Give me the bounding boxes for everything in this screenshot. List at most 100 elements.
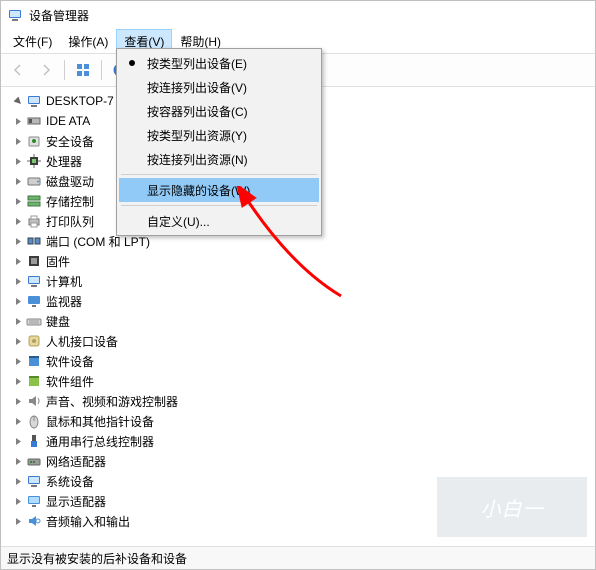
audioio-icon <box>26 513 42 529</box>
expand-icon[interactable] <box>11 354 25 368</box>
menu-item[interactable]: 按连接列出设备(V) <box>119 75 319 99</box>
expand-icon[interactable] <box>11 174 25 188</box>
forward-button[interactable] <box>33 57 59 83</box>
hid-icon <box>26 333 42 349</box>
tree-item-label: 键盘 <box>46 313 70 330</box>
cpu-icon <box>26 153 42 169</box>
menu-file[interactable]: 文件(F) <box>5 29 60 53</box>
tree-item-label: 网络适配器 <box>46 453 106 470</box>
menu-item-label: 按连接列出资源(N) <box>147 151 248 168</box>
ide-icon <box>26 113 42 129</box>
expand-icon[interactable] <box>11 254 25 268</box>
expand-icon[interactable] <box>11 434 25 448</box>
tree-item-label: 鼠标和其他指针设备 <box>46 413 154 430</box>
menu-item-label: 按连接列出设备(V) <box>147 79 247 96</box>
storage-icon <box>26 193 42 209</box>
usb-icon <box>26 433 42 449</box>
tree-item-label: 计算机 <box>46 273 82 290</box>
device-manager-window: 设备管理器 文件(F) 操作(A) 查看(V) 帮助(H) ? DESKTOP-… <box>0 0 596 570</box>
disk-icon <box>26 173 42 189</box>
tree-item-label: 打印队列 <box>46 213 94 230</box>
tree-item-label: 系统设备 <box>46 473 94 490</box>
printer-icon <box>26 213 42 229</box>
expand-icon[interactable] <box>11 314 25 328</box>
tree-item-label: 显示适配器 <box>46 493 106 510</box>
tree-item[interactable]: 网络适配器 <box>11 451 595 471</box>
expand-icon[interactable] <box>11 414 25 428</box>
tree-item-label: 通用串行总线控制器 <box>46 433 154 450</box>
status-bar: 显示没有被安装的后补设备和设备 <box>1 546 595 569</box>
watermark: 小白一 <box>437 477 587 537</box>
menu-item[interactable]: 按连接列出资源(N) <box>119 147 319 171</box>
expand-icon[interactable] <box>11 94 25 108</box>
expand-icon[interactable] <box>11 234 25 248</box>
menu-action[interactable]: 操作(A) <box>60 29 116 53</box>
system-icon <box>26 473 42 489</box>
bullet-icon <box>129 60 135 66</box>
component-icon <box>26 373 42 389</box>
menu-item[interactable]: 显示隐藏的设备(W) <box>119 178 319 202</box>
expand-icon[interactable] <box>11 454 25 468</box>
expand-icon[interactable] <box>11 294 25 308</box>
computer-icon <box>26 93 42 109</box>
back-button[interactable] <box>5 57 31 83</box>
menu-item[interactable]: 按容器列出设备(C) <box>119 99 319 123</box>
tree-item-label: 监视器 <box>46 293 82 310</box>
tree-item-label: 声音、视频和游戏控制器 <box>46 393 178 410</box>
network-icon <box>26 453 42 469</box>
menu-item-label: 按类型列出资源(Y) <box>147 127 247 144</box>
expand-icon[interactable] <box>11 214 25 228</box>
tree-item-label: 安全设备 <box>46 133 94 150</box>
expand-icon[interactable] <box>11 334 25 348</box>
expand-icon[interactable] <box>11 494 25 508</box>
expand-icon[interactable] <box>11 474 25 488</box>
tree-item[interactable]: 软件设备 <box>11 351 595 371</box>
tree-item-label: 磁盘驱动 <box>46 173 94 190</box>
expand-icon[interactable] <box>11 114 25 128</box>
audio-icon <box>26 393 42 409</box>
properties-button[interactable] <box>70 57 96 83</box>
tree-item[interactable]: 鼠标和其他指针设备 <box>11 411 595 431</box>
menu-separator <box>121 174 317 175</box>
app-icon <box>7 7 23 23</box>
menu-item-label: 显示隐藏的设备(W) <box>147 182 250 199</box>
menu-item[interactable]: 按类型列出资源(Y) <box>119 123 319 147</box>
view-menu-dropdown[interactable]: 按类型列出设备(E) 按连接列出设备(V) 按容器列出设备(C) 按类型列出资源(Y)… <box>116 48 322 236</box>
expand-icon[interactable] <box>11 274 25 288</box>
expand-icon[interactable] <box>11 134 25 148</box>
tree-item-label: 软件设备 <box>46 353 94 370</box>
menu-item[interactable]: 自定义(U)... <box>119 209 319 233</box>
tree-item[interactable]: 固件 <box>11 251 595 271</box>
tree-item-label: 人机接口设备 <box>46 333 118 350</box>
toolbar-separator <box>64 60 65 80</box>
toolbar-separator <box>101 60 102 80</box>
expand-icon[interactable] <box>11 154 25 168</box>
tree-item[interactable]: 声音、视频和游戏控制器 <box>11 391 595 411</box>
menu-separator <box>121 205 317 206</box>
tree-item[interactable]: 人机接口设备 <box>11 331 595 351</box>
tree-item-label: 存储控制 <box>46 193 94 210</box>
menu-item-label: 按类型列出设备(E) <box>147 55 247 72</box>
firmware-icon <box>26 253 42 269</box>
tree-item[interactable]: 监视器 <box>11 291 595 311</box>
keyboard-icon <box>26 313 42 329</box>
tree-item[interactable]: 软件组件 <box>11 371 595 391</box>
software-icon <box>26 353 42 369</box>
tree-item-label: 处理器 <box>46 153 82 170</box>
menu-item-label: 自定义(U)... <box>147 213 210 230</box>
expand-icon[interactable] <box>11 514 25 528</box>
tree-item-label: 软件组件 <box>46 373 94 390</box>
display-icon <box>26 493 42 509</box>
security-icon <box>26 133 42 149</box>
menu-item[interactable]: 按类型列出设备(E) <box>119 51 319 75</box>
tree-item[interactable]: 计算机 <box>11 271 595 291</box>
monitor-icon <box>26 293 42 309</box>
tree-item[interactable]: 通用串行总线控制器 <box>11 431 595 451</box>
expand-icon[interactable] <box>11 194 25 208</box>
tree-item[interactable]: 键盘 <box>11 311 595 331</box>
expand-icon[interactable] <box>11 374 25 388</box>
expand-icon[interactable] <box>11 394 25 408</box>
computer-icon <box>26 273 42 289</box>
status-text: 显示没有被安装的后补设备和设备 <box>7 550 187 567</box>
tree-item-label: IDE ATA <box>46 114 90 128</box>
